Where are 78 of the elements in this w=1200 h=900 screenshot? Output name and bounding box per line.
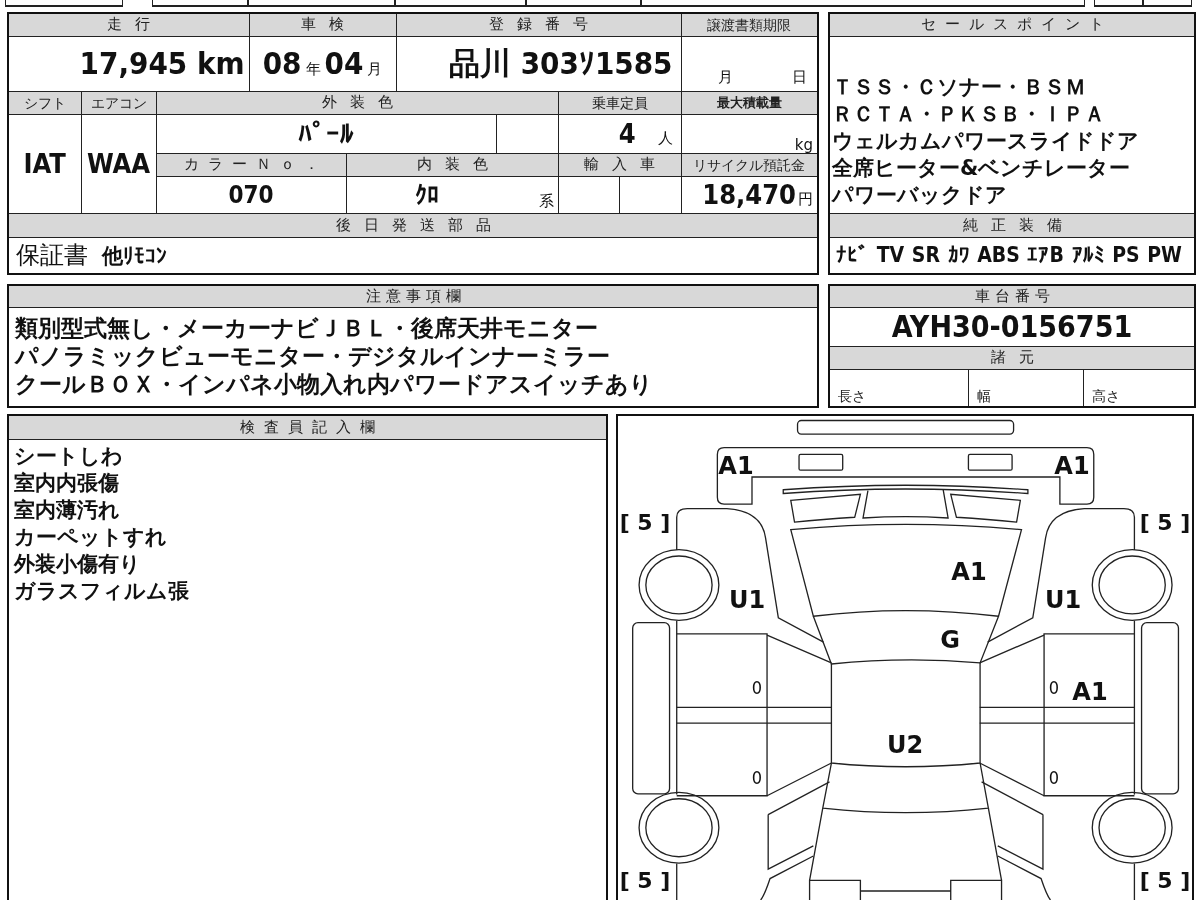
tire-mark: [ 5 ] [619,870,671,892]
section-header: 諸元 [829,346,1196,369]
interior-color-value: ｸﾛ [414,182,439,207]
damage-code: A1 [1072,680,1108,704]
inspector-note-line: 室内内張傷 [14,469,119,497]
inspector-note-line: 室内薄汚れ [14,496,120,524]
damage-code: U2 [886,733,924,757]
column-header: 内装色 [346,153,559,176]
damage-code: G [940,628,960,652]
capacity-value: 4 [618,120,636,147]
parts-item: 他ﾘﾓｺﾝ [102,246,167,268]
month-label: 月 [717,69,733,85]
currency-unit: 円 [798,192,814,207]
column-header: リサイクル預託金 [681,153,819,176]
equipment-item: ABS [977,244,1020,266]
column-header: カラーＮｏ． [156,153,347,176]
column-header: 乗車定員 [558,91,682,114]
section-header: 純正装備 [829,213,1196,237]
capacity-unit: 人 [657,131,673,146]
door-mark: 0 [751,679,763,697]
equipment-item: ﾅﾋﾞ [836,244,870,266]
year-unit: 年 [305,62,321,77]
column-header: 最大積載量 [681,91,819,114]
damage-code: A1 [718,454,754,478]
year-value: 08 [262,48,302,79]
column-header: 輸入車 [558,153,682,176]
equipment-item: ｶﾜ [947,244,970,266]
sales-point-line: パワーバックドア [832,181,1008,209]
section-header: セールスポイント [829,13,1196,36]
equipment-item: SR [911,244,940,266]
inspector-note-line: 外装小傷有り [14,550,141,578]
inspector-note-line: シートしわ [14,442,123,470]
section-header: 検査員記入欄 [8,415,607,439]
door-mark: 0 [751,769,763,787]
tire-mark: [ 5 ] [619,512,671,534]
inspector-note-line: カーペットすれ [14,523,167,551]
note-line: パノラミックビューモニター・デジタルインナーミラー [15,341,610,370]
section-header: 車台番号 [829,285,1196,307]
door-mark: 0 [1048,679,1060,697]
damage-code: A1 [951,560,987,584]
column-header: 登録番号 [396,13,682,36]
sales-point-line: ＲＣＴＡ・ＰＫＳＢ・ＩＰＡ [832,100,1106,128]
sales-point-line: ウェルカムパワースライドドア [832,127,1140,155]
tire-mark: [ 5 ] [1139,870,1191,892]
table-cell: 品川 303ｿ1585 [396,36,682,91]
table-cell: 070 [156,176,347,213]
deposit-value: 18,470 [702,181,797,208]
note-line: クールＢＯＸ・インパネ小物入れ内パワードアスイッチあり [15,369,653,398]
column-header: 譲渡書類期限 [681,13,819,36]
day-label: 日 [792,69,808,85]
table-cell: IAT [8,114,81,213]
note-line: 類別型式無し・メーカーナビＪＢＬ・後席天井モニター [15,313,598,342]
equipment-item: TV [876,244,905,266]
column-header: 走行 [8,13,250,36]
color-suffix: 系 [538,194,554,209]
damage-code: A1 [1054,454,1090,478]
inspector-note-line: ガラスフィルム張 [14,577,189,605]
damage-code: U1 [1044,588,1082,612]
equipment-item: ｱﾙﾐ [1071,244,1105,266]
table-cell: WAA [81,114,156,213]
equipment-item: PS [1112,244,1140,266]
section-header: 注意事項欄 [8,285,818,307]
month-unit: 月 [367,62,383,77]
table-cell: ﾊﾟｰﾙ [156,114,497,153]
section-header: 後日発送部品 [8,213,819,237]
table-cell: 17,945 km [8,36,250,91]
column-header: 車検 [249,13,397,36]
column-header: シフト [8,91,81,114]
damage-code: U1 [728,588,766,612]
parts-item: 保証書 [16,243,88,268]
sales-point-line: 全席ヒーター&ベンチレーター [832,154,1131,182]
sales-point-line: ＴＳＳ・Ｃソナー・ＢＳＭ [832,73,1087,101]
door-mark: 0 [1048,769,1060,787]
month-value: 04 [324,48,364,79]
tire-mark: [ 5 ] [1139,512,1191,534]
equipment-item: PW [1147,244,1182,266]
equipment-item: ｴｱB [1027,244,1064,266]
column-header: 外装色 [156,91,559,114]
